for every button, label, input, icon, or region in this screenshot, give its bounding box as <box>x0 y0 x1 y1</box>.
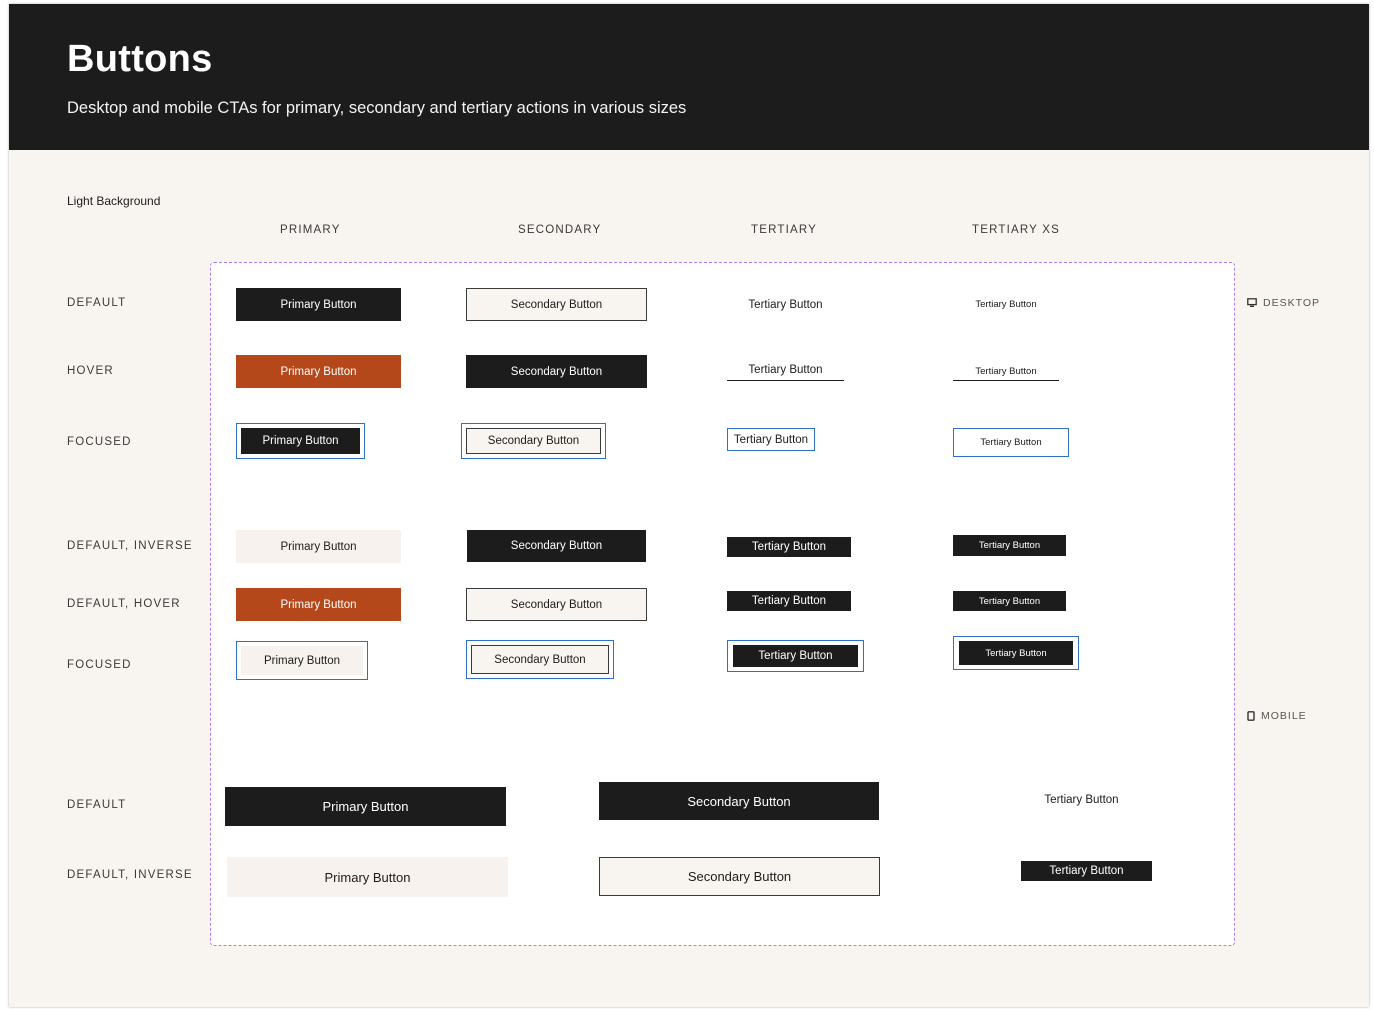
monitor-icon <box>1247 298 1257 308</box>
tertiary-xs-button-inverse-focused[interactable]: Tertiary Button <box>959 641 1073 665</box>
primary-button-default[interactable]: Primary Button <box>236 288 401 321</box>
tertiary-button-default[interactable]: Tertiary Button <box>727 292 844 317</box>
spec-sheet: Buttons Desktop and mobile CTAs for prim… <box>9 4 1369 1007</box>
primary-button-focused[interactable]: Primary Button <box>241 428 360 454</box>
tertiary-button-inverse[interactable]: Tertiary Button <box>727 537 851 557</box>
column-header-tertiary: TERTIARY <box>751 224 818 236</box>
secondary-button-inverse[interactable]: Secondary Button <box>467 530 646 562</box>
row-label-mobile-default: DEFAULT <box>67 799 127 811</box>
secondary-button-focused[interactable]: Secondary Button <box>466 428 601 454</box>
column-header-secondary: SECONDARY <box>518 224 602 236</box>
column-header-tertiary-xs: TERTIARY XS <box>972 224 1060 236</box>
primary-button-inverse-hover[interactable]: Primary Button <box>236 588 401 621</box>
secondary-button-inverse-hover[interactable]: Secondary Button <box>466 588 647 621</box>
secondary-button-default[interactable]: Secondary Button <box>466 288 647 321</box>
header-banner: Buttons Desktop and mobile CTAs for prim… <box>9 4 1369 150</box>
tertiary-xs-button-inverse[interactable]: Tertiary Button <box>953 535 1066 556</box>
tertiary-xs-button-default[interactable]: Tertiary Button <box>953 294 1059 315</box>
row-label-focused-inverse: FOCUSED <box>67 659 132 671</box>
tertiary-button-focused[interactable]: Tertiary Button <box>729 430 813 449</box>
row-label-default-hover: DEFAULT, HOVER <box>67 598 181 610</box>
desktop-viewport-label: DESKTOP <box>1247 297 1320 309</box>
column-header-primary: PRIMARY <box>280 224 341 236</box>
mobile-viewport-label: MOBILE <box>1247 710 1307 722</box>
mobile-tertiary-button-inverse[interactable]: Tertiary Button <box>1021 861 1152 881</box>
primary-button-inverse-focused[interactable]: Primary Button <box>241 646 363 675</box>
section-label: Light Background <box>67 194 161 208</box>
tertiary-xs-button-focused[interactable]: Tertiary Button <box>955 430 1067 455</box>
primary-button-hover[interactable]: Primary Button <box>236 355 401 388</box>
row-label-mobile-default-inverse: DEFAULT, INVERSE <box>67 869 193 881</box>
page-title: Buttons <box>67 38 213 80</box>
mobile-tertiary-button-default[interactable]: Tertiary Button <box>1034 790 1129 810</box>
tertiary-xs-button-hover[interactable]: Tertiary Button <box>953 362 1059 381</box>
row-label-default: DEFAULT <box>67 297 127 309</box>
row-label-focused: FOCUSED <box>67 436 132 448</box>
mobile-primary-button-default[interactable]: Primary Button <box>225 787 506 826</box>
mobile-primary-button-inverse[interactable]: Primary Button <box>227 857 508 897</box>
primary-button-inverse[interactable]: Primary Button <box>236 530 401 563</box>
secondary-button-hover[interactable]: Secondary Button <box>466 355 647 388</box>
mobile-secondary-button-inverse[interactable]: Secondary Button <box>599 857 880 896</box>
phone-icon <box>1247 711 1255 721</box>
tertiary-button-inverse-focused[interactable]: Tertiary Button <box>733 645 858 667</box>
row-label-default-inverse: DEFAULT, INVERSE <box>67 540 193 552</box>
tertiary-button-hover[interactable]: Tertiary Button <box>727 360 844 381</box>
tertiary-xs-button-inverse-hover[interactable]: Tertiary Button <box>953 591 1066 611</box>
mobile-label: MOBILE <box>1261 710 1307 722</box>
secondary-button-inverse-focused[interactable]: Secondary Button <box>471 645 609 674</box>
row-label-hover: HOVER <box>67 365 114 377</box>
tertiary-button-inverse-hover[interactable]: Tertiary Button <box>727 591 851 611</box>
mobile-secondary-button-default[interactable]: Secondary Button <box>599 782 879 820</box>
desktop-label: DESKTOP <box>1263 297 1320 309</box>
page-subtitle: Desktop and mobile CTAs for primary, sec… <box>67 99 687 117</box>
